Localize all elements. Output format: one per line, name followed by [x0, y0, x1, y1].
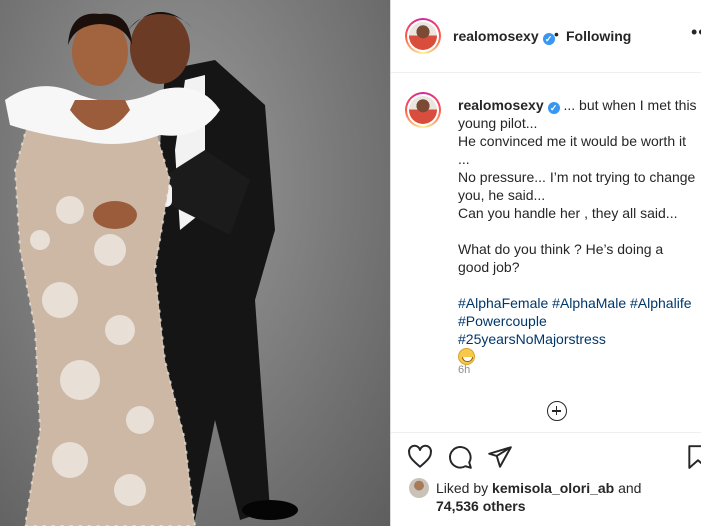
post-side-panel: realomosexy✓ • Following ••• realomosexy… — [391, 0, 701, 526]
heart-icon[interactable] — [407, 444, 433, 470]
caption-line: Can you handle her , they all said... — [458, 205, 678, 221]
couple-photo-illustration — [5, 11, 298, 526]
liker-avatar[interactable] — [409, 478, 429, 498]
plus-circle-icon[interactable] — [547, 401, 567, 421]
verified-badge-icon: ✓ — [542, 33, 555, 45]
actions-divider — [391, 432, 701, 433]
hashtag-link[interactable]: #25yearsNoMajorstress — [458, 331, 606, 347]
grinning-sweat-emoji-icon — [458, 348, 475, 365]
caption-username[interactable]: realomosexy ✓ — [458, 97, 560, 114]
author-username[interactable]: realomosexy ✓ — [453, 28, 555, 45]
caption-line: No pressure... I’m not trying to change … — [458, 169, 696, 203]
caption-avatar[interactable] — [405, 92, 441, 128]
caption-line: What do you think ? He’s doing a good jo… — [458, 241, 664, 275]
more-options-icon[interactable]: ••• — [691, 22, 701, 43]
hashtag-link[interactable]: #Powercouple — [458, 313, 547, 329]
post-timestamp[interactable]: 6h — [458, 364, 470, 376]
author-avatar[interactable] — [405, 18, 441, 54]
likes-count[interactable]: 74,536 others — [436, 498, 526, 514]
likes-line: Liked by kemisola_olori_ab and — [436, 480, 642, 496]
caption-text: realomosexy ✓ ... but when I met this you… — [458, 96, 698, 367]
post-header: realomosexy✓ • Following ••• — [391, 0, 701, 73]
following-button[interactable]: Following — [566, 28, 631, 44]
header-separator: • — [554, 26, 559, 42]
caption-line: He convinced me it would be worth it ... — [458, 133, 686, 167]
hashtag-link[interactable]: #Alphalife — [630, 295, 692, 311]
paper-plane-icon[interactable] — [487, 444, 513, 470]
hashtag-link[interactable]: #AlphaMale — [552, 295, 626, 311]
verified-badge-icon: ✓ — [547, 102, 560, 114]
liker-username[interactable]: kemisola_olori_ab — [492, 480, 614, 496]
hashtag-link[interactable]: #AlphaFemale — [458, 295, 548, 311]
comment-icon[interactable] — [447, 444, 473, 470]
post-photo[interactable] — [0, 0, 390, 526]
bookmark-icon[interactable] — [685, 444, 701, 470]
